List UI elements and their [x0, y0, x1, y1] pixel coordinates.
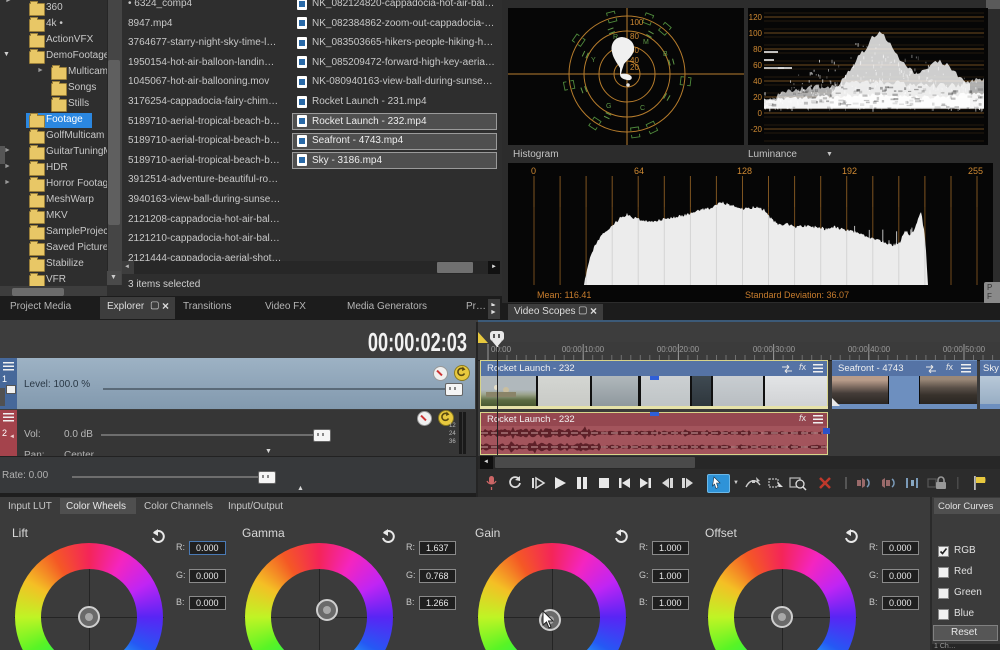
svg-text:128: 128 [737, 166, 752, 176]
svg-text:-20: -20 [750, 125, 762, 134]
svg-text:Y: Y [591, 57, 596, 64]
svg-text:C: C [640, 105, 645, 112]
svg-text:60: 60 [753, 61, 762, 70]
svg-text:G: G [606, 103, 611, 110]
svg-text:120: 120 [749, 13, 763, 22]
svg-text:Standard Deviation: 36.07: Standard Deviation: 36.07 [745, 290, 849, 300]
svg-text:80: 80 [630, 32, 639, 41]
svg-text:80: 80 [753, 45, 762, 54]
svg-text:100: 100 [630, 18, 644, 27]
svg-text:00:00:10:00: 00:00:10:00 [562, 345, 605, 354]
svg-text:0: 0 [758, 109, 763, 118]
svg-text:40: 40 [753, 77, 762, 86]
svg-text:192: 192 [842, 166, 857, 176]
svg-text:64: 64 [634, 166, 644, 176]
svg-text:Mean: 116.41: Mean: 116.41 [537, 290, 591, 300]
svg-text:20: 20 [753, 93, 762, 102]
svg-text:00:00:20:00: 00:00:20:00 [657, 345, 700, 354]
svg-text:255: 255 [968, 166, 983, 176]
svg-text:100: 100 [749, 29, 763, 38]
svg-text:00:00:30:00: 00:00:30:00 [753, 345, 796, 354]
svg-text:00:00:40:00: 00:00:40:00 [848, 345, 891, 354]
svg-text:20: 20 [630, 63, 639, 72]
svg-text:0: 0 [531, 166, 536, 176]
svg-text:M: M [643, 39, 649, 46]
svg-text:00:00:50:00: 00:00:50:00 [943, 345, 986, 354]
svg-text:B: B [663, 51, 668, 58]
